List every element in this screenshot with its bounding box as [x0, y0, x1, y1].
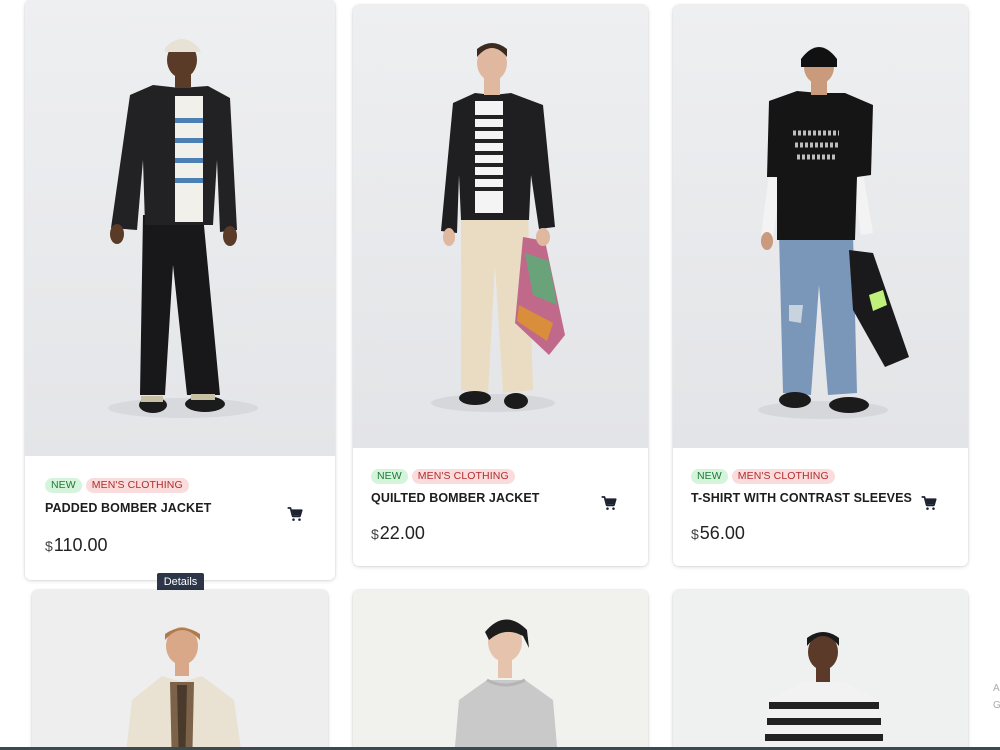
cart-icon[interactable]: [919, 494, 939, 512]
product-image[interactable]: [673, 590, 968, 750]
product-price: $56.00: [691, 523, 745, 544]
product-price: $22.00: [371, 523, 425, 544]
edge-text: A G: [993, 680, 1000, 714]
badge-new: NEW: [45, 478, 82, 493]
product-image[interactable]: [25, 0, 335, 456]
product-image[interactable]: [353, 590, 648, 750]
currency-symbol: $: [371, 526, 379, 542]
price-value: 56.00: [699, 523, 745, 543]
product-card[interactable]: NEW MEN'S CLOTHING QUILTED BOMBER JACKET…: [353, 5, 648, 566]
product-card[interactable]: [32, 590, 328, 750]
edge-text-line-1: A: [993, 683, 1000, 694]
price-value: 22.00: [379, 523, 425, 543]
price-value: 110.00: [53, 535, 108, 555]
product-image[interactable]: [32, 590, 328, 750]
product-name[interactable]: PADDED BOMBER JACKET: [45, 501, 211, 515]
category-badge[interactable]: MEN'S CLOTHING: [411, 469, 515, 484]
product-price: $110.00: [45, 535, 108, 556]
product-card[interactable]: NEW MEN'S CLOTHING T-SHIRT WITH CONTRAST…: [673, 5, 968, 566]
product-card[interactable]: [353, 590, 648, 750]
product-name[interactable]: T-SHIRT WITH CONTRAST SLEEVES: [691, 491, 912, 505]
edge-text-line-2: G: [993, 700, 1000, 711]
category-badge[interactable]: MEN'S CLOTHING: [85, 478, 189, 493]
product-card[interactable]: NEW MEN'S CLOTHING PADDED BOMBER JACKET …: [25, 0, 335, 580]
product-image[interactable]: [353, 5, 648, 448]
category-badge[interactable]: MEN'S CLOTHING: [731, 469, 835, 484]
product-card[interactable]: [673, 590, 968, 750]
product-name[interactable]: QUILTED BOMBER JACKET: [371, 491, 540, 505]
currency-symbol: $: [691, 526, 699, 542]
badge-new: NEW: [371, 469, 408, 484]
currency-symbol: $: [45, 538, 53, 554]
cart-icon[interactable]: [599, 494, 619, 512]
badge-new: NEW: [691, 469, 728, 484]
product-image[interactable]: [673, 5, 968, 448]
cart-icon[interactable]: [285, 505, 305, 523]
